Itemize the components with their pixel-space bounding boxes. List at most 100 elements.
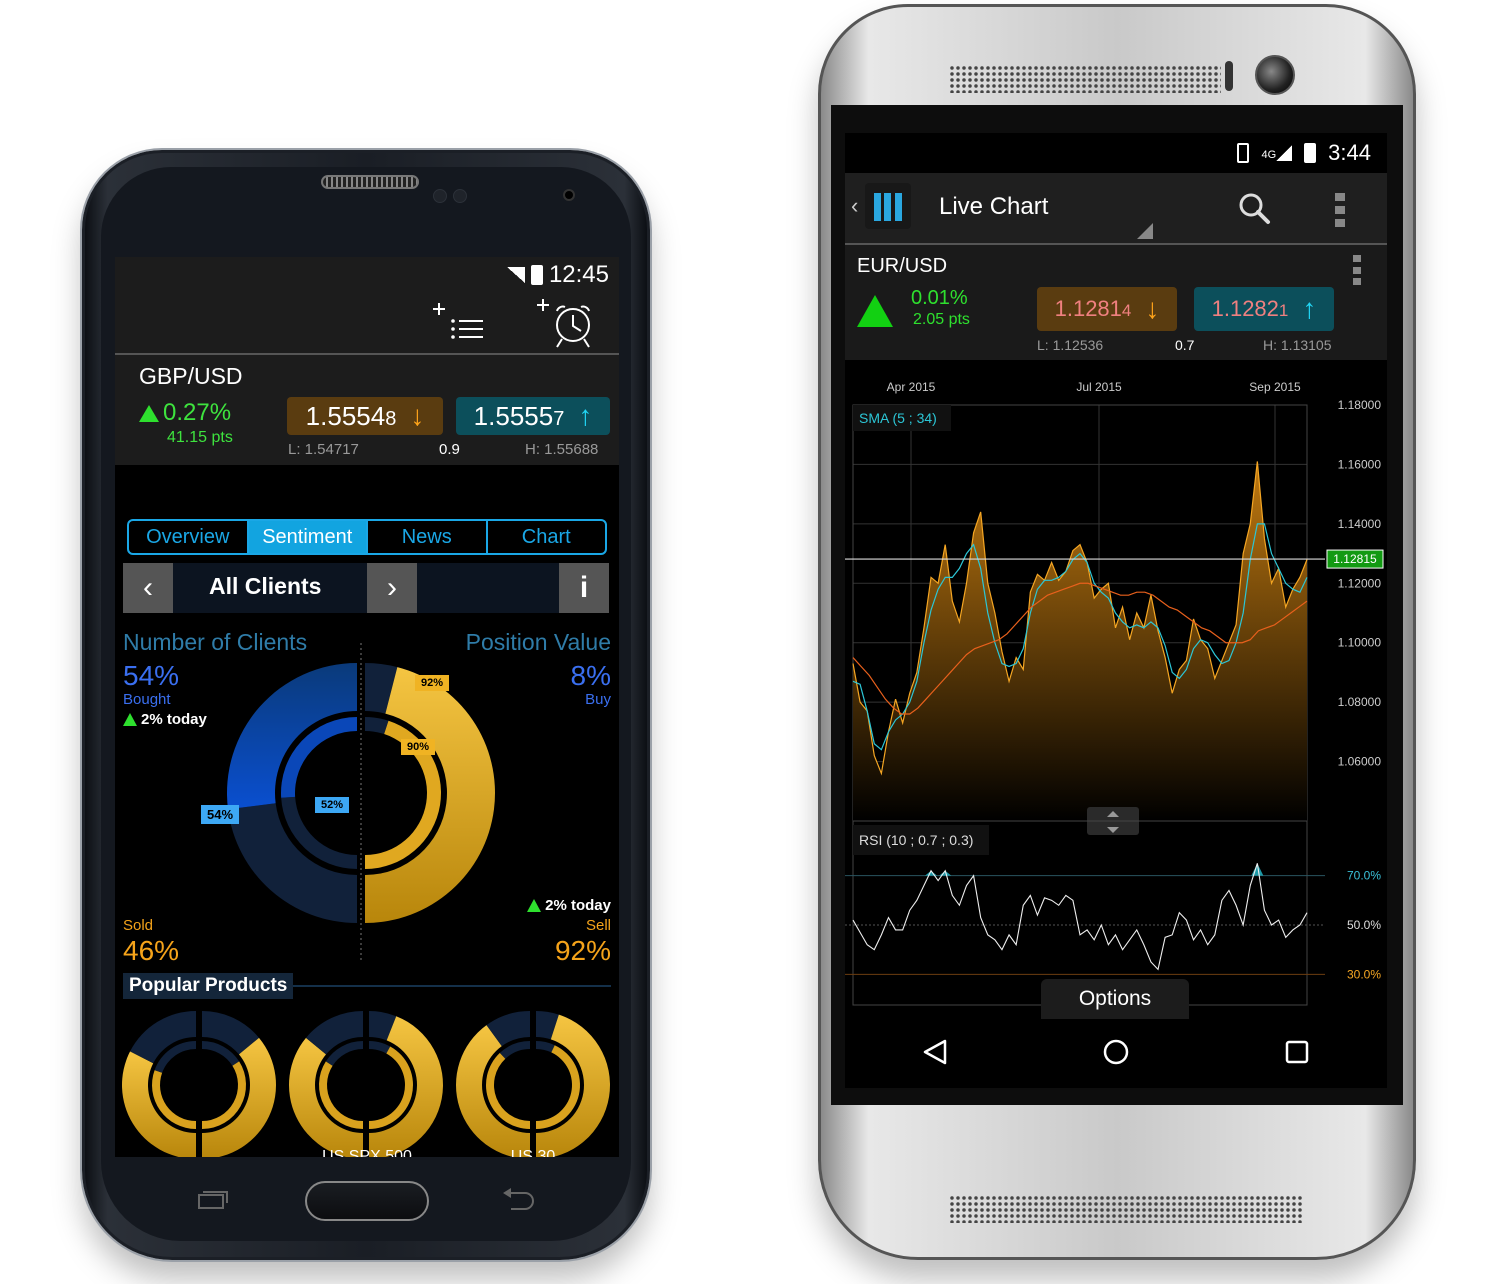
sell-price-button[interactable]: 1.12814 ↓ (1037, 287, 1177, 331)
segment-title: All Clients (209, 573, 322, 599)
rsi-tick-label: 70.0% (1347, 869, 1381, 883)
nav-back-icon[interactable] (921, 1038, 949, 1071)
tag-bought-inner: 52% (315, 797, 350, 813)
sentiment-donut-chart (227, 643, 496, 963)
app-bar: ‹ Live Chart (845, 173, 1387, 245)
bought-label: Bought (123, 691, 171, 708)
proximity-sensor (433, 189, 447, 203)
sell-price: 1.5554 (305, 400, 386, 431)
back-chevron-icon[interactable]: ‹ (851, 193, 858, 219)
quote-panel: GBP/USD 0.27% 41.15 pts 1.55548 ↓ 1.5555… (115, 355, 619, 465)
status-time: 3:44 (1328, 140, 1371, 165)
rsi-tick-label: 50.0% (1347, 918, 1381, 932)
buy-price: 1.1282 (1211, 296, 1279, 321)
product-buy-inner (369, 1041, 391, 1054)
high-price: H: 1.13105 (1263, 337, 1332, 353)
x-tick-label: Apr 2015 (887, 380, 936, 394)
popular-products-title: Popular Products (123, 973, 294, 999)
change-points: 2.05 pts (913, 311, 970, 328)
instrument-symbol: EUR/USD (857, 255, 948, 277)
add-to-list-icon[interactable] (431, 301, 491, 347)
product-bought-outer (130, 1011, 196, 1064)
sell-pip: 4 (1121, 301, 1132, 320)
toolbar (115, 293, 619, 355)
up-arrow-icon: ↑ (578, 400, 593, 431)
product-name[interactable]: US 30 Cash (493, 1147, 573, 1157)
up-arrow-icon: ↑ (1302, 293, 1317, 324)
light-sensor (453, 189, 467, 203)
product-buy-inner (536, 1041, 555, 1053)
sell-today-value: 2% today (545, 897, 611, 914)
add-alarm-icon[interactable] (535, 297, 599, 349)
sensor (1225, 61, 1233, 91)
rsi-line (852, 863, 1308, 971)
buy-price-button[interactable]: 1.12821 ↑ (1194, 287, 1334, 331)
instrument-menu-icon[interactable] (1353, 255, 1361, 285)
sma-legend-label: SMA (5 ; 34) (859, 410, 937, 426)
top-speaker-grill (949, 65, 1221, 93)
tab-overview[interactable]: Overview (129, 521, 249, 553)
sell-today: 2% today (527, 897, 611, 914)
dropdown-indicator-icon[interactable] (1137, 223, 1153, 239)
buy-pip: 1 (1278, 301, 1289, 320)
y-tick-label: 1.14000 (1338, 517, 1382, 531)
spread: 0.9 (439, 441, 460, 458)
product-name[interactable]: US SPX 500 Cash (309, 1147, 425, 1157)
product-donut (289, 1011, 443, 1157)
up-arrow-icon (123, 713, 137, 726)
buy-label: Buy (585, 691, 611, 708)
sell-price-button[interactable]: 1.55548 ↓ (287, 397, 443, 435)
high-price: H: 1.55688 (525, 441, 599, 458)
nav-recents-icon[interactable] (1283, 1038, 1311, 1071)
change-points: 41.15 pts (167, 429, 233, 446)
tag-sell-inner: 90% (401, 739, 436, 755)
low-price: L: 1.54717 (288, 441, 359, 458)
sell-percent: 92% (554, 935, 611, 966)
home-button[interactable] (305, 1181, 429, 1221)
signal-icon (506, 267, 525, 283)
app-title[interactable]: Live Chart (939, 193, 1048, 221)
search-icon[interactable] (1237, 191, 1273, 227)
tab-news[interactable]: News (368, 521, 488, 553)
sold-percent: 46% (123, 935, 180, 966)
info-icon: i (579, 571, 589, 604)
sell-label: Sell (585, 917, 611, 934)
phone-right-screen: 4G 3:44 ‹ Live Chart EUR/USD 0.01% 2.05 … (845, 133, 1387, 1088)
y-tick-label: 1.12000 (1338, 576, 1382, 590)
chevron-right-icon: › (387, 571, 397, 604)
next-segment-button[interactable]: › (367, 563, 417, 613)
y-tick-label: 1.10000 (1338, 636, 1382, 650)
popular-products-charts[interactable] (115, 1011, 619, 1157)
down-arrow-icon: ↓ (410, 400, 425, 431)
recent-apps-icon[interactable] (197, 1189, 229, 1209)
vibrate-icon (1237, 143, 1250, 163)
low-price: L: 1.12536 (1037, 337, 1104, 353)
down-arrow-icon: ↓ (1145, 293, 1160, 324)
change-percent: 0.01% (911, 287, 968, 309)
nav-home-icon[interactable] (1102, 1038, 1130, 1071)
phone-left-frame: 12:45 GBP/USD 0.27% 41.15 pts 1.55548 ↓ … (82, 150, 650, 1260)
quote-panel: EUR/USD 0.01% 2.05 pts 1.12814 ↓ 1.12821… (845, 245, 1387, 360)
up-arrow-icon (857, 295, 893, 327)
price-chart[interactable]: Apr 2015 Jul 2015 Sep 2015 1.18000 1.16000 1.… (845, 365, 1387, 1020)
tab-chart[interactable]: Chart (488, 521, 606, 553)
bought-percent: 54% (123, 660, 180, 691)
overflow-menu-icon[interactable] (1335, 193, 1345, 227)
status-time: 12:45 (548, 261, 609, 288)
change-pct-value: 0.27% (163, 399, 232, 426)
app-logo-icon[interactable] (865, 183, 911, 229)
chevron-left-icon: ‹ (143, 571, 153, 604)
rsi-tick-label: 30.0% (1347, 967, 1381, 981)
battery-icon (530, 265, 543, 285)
options-button[interactable]: Options (1041, 979, 1189, 1019)
tab-sentiment[interactable]: Sentiment (248, 521, 368, 553)
network-signal-icon: 4G (1261, 145, 1293, 161)
segment-navigator: ‹ All Clients › i (123, 563, 609, 613)
back-icon[interactable] (501, 1187, 535, 1211)
prev-segment-button[interactable]: ‹ (123, 563, 173, 613)
change-percent: 0.27% (139, 399, 231, 427)
x-tick-label: Jul 2015 (1076, 380, 1122, 394)
buy-price-button[interactable]: 1.55557 ↑ (456, 397, 610, 435)
info-button[interactable]: i (559, 563, 609, 613)
battery-charging-icon (1304, 143, 1317, 163)
